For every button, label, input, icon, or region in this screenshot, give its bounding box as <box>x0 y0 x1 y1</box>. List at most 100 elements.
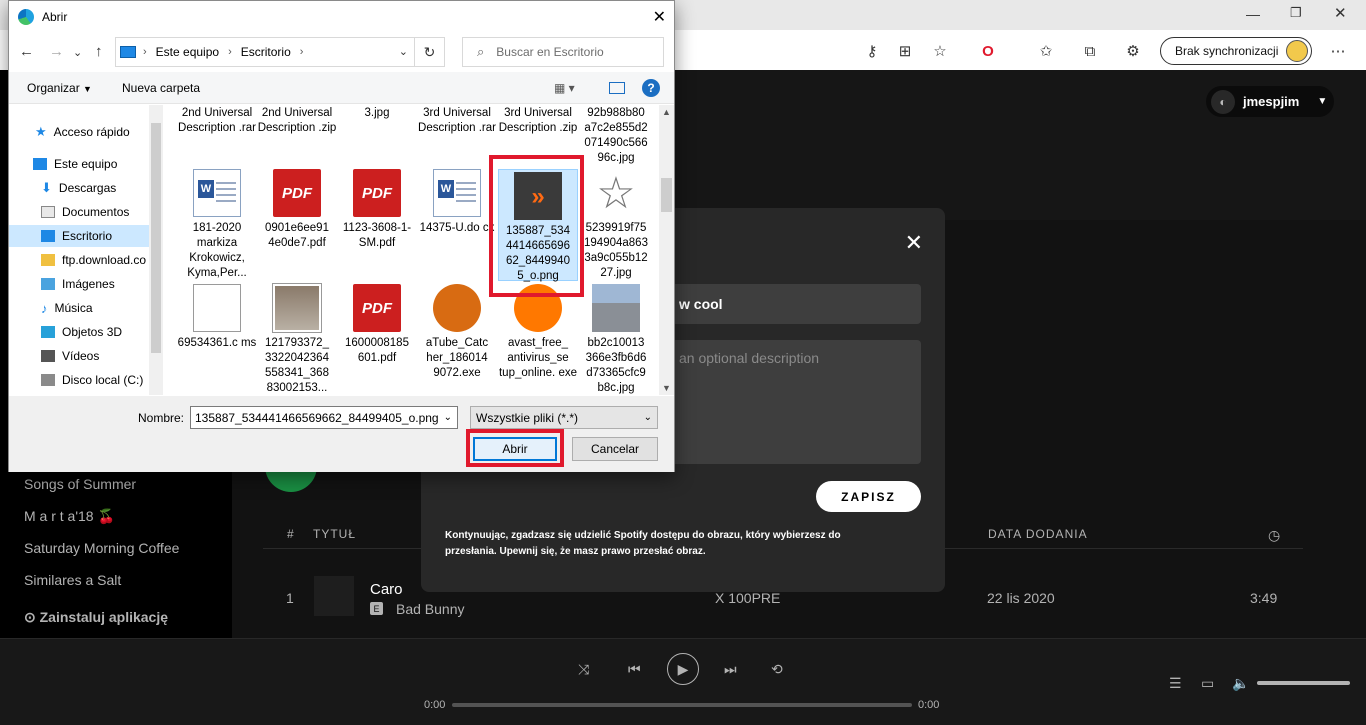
nav-item-3d-objects[interactable]: Objetos 3D <box>9 321 149 343</box>
file-item[interactable]: 3rd Universal Description .rar <box>417 106 497 136</box>
scrollbar-thumb[interactable] <box>661 178 672 212</box>
sync-button[interactable]: Brak synchronizacji <box>1160 37 1312 65</box>
playlist-item[interactable]: M a r t a'18 🍒 <box>24 508 115 525</box>
pictures-icon <box>41 278 55 290</box>
progress-bar[interactable] <box>452 703 912 707</box>
preview-pane-icon[interactable] <box>609 82 625 94</box>
save-button[interactable]: ZAPISZ <box>816 481 921 512</box>
file-name: 1123-3608-1-SM.pdf <box>342 222 412 249</box>
file-item[interactable]: 121793372_ 3322042364 558341_368 8300215… <box>257 283 337 395</box>
nav-item-pictures[interactable]: Imágenes <box>9 273 149 295</box>
playlist-item[interactable]: Similares a Salt <box>24 572 121 588</box>
nav-item-downloads[interactable]: ⬇ Descargas <box>9 177 149 199</box>
collections-icon[interactable]: ⧉ <box>1076 37 1104 65</box>
favorites-icon[interactable]: ✩ <box>1032 37 1060 65</box>
opera-icon[interactable]: O <box>974 37 1002 65</box>
file-item[interactable]: PDF 1600008185 601.pdf <box>337 284 417 366</box>
file-item[interactable]: bb2c10013 366e3fb6d6 d73365cfc9 b8c.jpg <box>576 284 656 395</box>
highlight-box <box>489 155 584 297</box>
search-input[interactable]: ⌕ Buscar en Escritorio <box>462 37 664 67</box>
refresh-icon[interactable]: ↻ <box>414 38 444 66</box>
close-window-icon[interactable]: ✕ <box>1334 4 1347 22</box>
download-icon: ⊙ <box>24 609 40 625</box>
scrollbar-thumb[interactable] <box>151 123 161 353</box>
shuffle-icon[interactable]: ⤨ <box>578 661 589 678</box>
file-item[interactable]: 3.jpg <box>337 106 417 121</box>
file-item[interactable]: 92b988b80 a7c2e855d2 071490c566 96c.jpg <box>576 106 656 166</box>
track-artist[interactable]: Bad Bunny <box>396 601 465 617</box>
nav-label: ftp.download.co <box>62 253 147 267</box>
volume-slider[interactable] <box>1257 681 1350 685</box>
nav-item-local-disk[interactable]: Disco local (C:) <box>9 369 149 391</box>
back-arrow-icon[interactable]: ← <box>19 43 34 60</box>
path-breadcrumb[interactable]: › Este equipo › Escritorio › ⌄ ↻ <box>115 37 445 67</box>
file-item[interactable]: 2nd Universal Description .rar <box>177 106 257 136</box>
file-type-select[interactable]: Wszystkie pliki (*.*) ⌄ <box>470 406 658 429</box>
file-item[interactable]: PDF 0901e6ee91 4e0de7.pdf <box>257 169 337 251</box>
col-date-header: DATA DODANIA <box>988 527 1088 541</box>
apps-icon[interactable]: ⊞ <box>891 37 919 65</box>
playlist-name-input[interactable]: w cool <box>667 284 921 324</box>
chevron-down-icon[interactable]: ⌄ <box>73 46 82 59</box>
close-icon[interactable]: ✕ <box>653 7 666 27</box>
file-item[interactable]: 69534361.c ms <box>177 284 257 351</box>
extensions-icon[interactable]: ⚙ <box>1119 37 1147 65</box>
playlist-item[interactable]: Saturday Morning Coffee <box>24 540 179 556</box>
total-time: 0:00 <box>918 699 940 711</box>
file-item[interactable]: 3rd Universal Description .zip <box>498 106 578 136</box>
file-item[interactable]: aTube_Catc her_186014 9072.exe <box>417 284 497 381</box>
nav-item-ftp[interactable]: ftp.download.co <box>9 249 149 271</box>
file-item[interactable]: 181-2020 markiza Krokowicz, Kyma,Per... <box>177 169 257 281</box>
queue-icon[interactable]: ☰ <box>1169 675 1182 692</box>
nav-label: Acceso rápido <box>53 125 130 139</box>
install-app-link[interactable]: ⊙ Zainstaluj aplikację <box>24 609 168 626</box>
nav-item-music[interactable]: ♪ Música <box>9 297 149 319</box>
breadcrumb-item[interactable]: Escritorio <box>241 45 291 59</box>
chevron-down-icon[interactable]: ⌄ <box>399 45 408 58</box>
chevron-down-icon[interactable]: ⌄ <box>444 412 452 423</box>
organize-button[interactable]: Organizar ▼ <box>27 81 92 95</box>
chevron-right-icon[interactable]: › <box>300 46 304 58</box>
playlist-item[interactable]: Songs of Summer <box>24 476 136 492</box>
nav-item-desktop[interactable]: Escritorio <box>9 225 149 247</box>
nav-item-videos[interactable]: Vídeos <box>9 345 149 367</box>
view-options-icon[interactable]: ▦ ▾ <box>554 81 575 95</box>
repeat-icon[interactable]: ⟲ <box>771 661 783 678</box>
file-item[interactable]: 2nd Universal Description .zip <box>257 106 337 136</box>
filename-input[interactable]: 135887_534441466569662_84499405_o.png ⌄ <box>190 406 458 429</box>
cancel-button[interactable]: Cancelar <box>572 437 658 461</box>
close-icon[interactable]: ✕ <box>905 230 923 256</box>
playlist-description-input[interactable]: an optional description <box>667 340 921 464</box>
track-album[interactable]: X 100PRE <box>715 590 780 606</box>
file-item[interactable]: ☆ 5239919f75 194904a863 3a9c055b12 27.jpg <box>576 169 656 281</box>
previous-icon[interactable]: ⏮ <box>628 661 641 678</box>
volume-icon[interactable]: 🔈 <box>1232 675 1249 692</box>
nav-item-this-pc[interactable]: Este equipo <box>9 153 149 175</box>
minimize-icon[interactable]: — <box>1246 6 1260 22</box>
restore-icon[interactable]: ❐ <box>1290 5 1302 21</box>
scroll-up-icon[interactable]: ▲ <box>662 107 671 117</box>
more-menu-icon[interactable]: ⋯ <box>1324 37 1352 65</box>
explicit-badge: E <box>370 602 383 615</box>
devices-icon[interactable]: ▭ <box>1201 675 1214 692</box>
file-list-scrollbar[interactable]: ▲ ▼ <box>659 105 674 395</box>
file-item[interactable]: PDF 1123-3608-1-SM.pdf <box>337 169 417 251</box>
file-item[interactable]: 14375-U.do cx <box>417 169 497 236</box>
up-arrow-icon[interactable]: ↑ <box>95 43 103 60</box>
nav-item-documents[interactable]: Documentos <box>9 201 149 223</box>
breadcrumb-item[interactable]: Este equipo <box>156 45 219 59</box>
track-title[interactable]: Caro <box>370 581 403 598</box>
scroll-down-icon[interactable]: ▼ <box>662 383 671 393</box>
help-icon[interactable]: ? <box>642 79 660 97</box>
key-icon[interactable]: ⚷ <box>858 37 886 65</box>
play-icon[interactable]: ▶ <box>667 653 699 685</box>
add-favorite-icon[interactable]: ☆ <box>926 37 954 65</box>
file-name: 121793372_ 3322042364 558341_368 8300215… <box>265 337 329 394</box>
new-folder-button[interactable]: Nueva carpeta <box>122 81 200 95</box>
forward-arrow-icon[interactable]: → <box>49 43 64 60</box>
file-item[interactable]: avast_free_ antivirus_se tup_online. exe <box>498 284 578 381</box>
next-icon[interactable]: ⏭ <box>724 661 737 678</box>
user-menu[interactable]: ◐ jmespjim ▼ <box>1206 86 1334 117</box>
nav-scrollbar[interactable] <box>149 105 163 395</box>
nav-item-quick-access[interactable]: ★ Acceso rápido <box>9 121 149 143</box>
